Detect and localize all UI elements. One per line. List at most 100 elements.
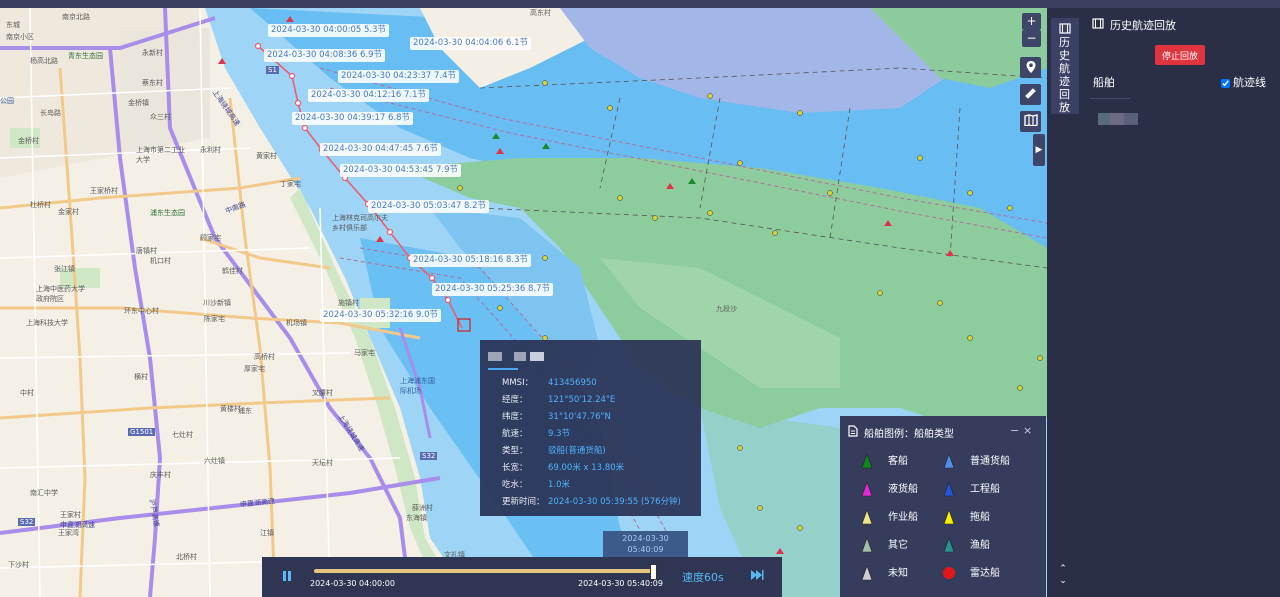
ship-triangle-icon — [943, 453, 955, 469]
place-label: 机口村 — [150, 257, 171, 265]
field-label: 类型： — [502, 446, 528, 456]
end-time: 2024-03-30 05:40:09 — [578, 579, 663, 588]
legend-item: 液货船 — [860, 480, 918, 497]
track-point-label: 2024-03-30 04:00:05 5.3节 — [268, 24, 389, 37]
location-pin-icon — [1026, 61, 1035, 73]
place-label: 七灶村 — [172, 431, 193, 439]
place-label: 众三村 — [150, 113, 171, 121]
place-label: 九段沙 — [716, 305, 737, 313]
track-line-checkbox[interactable] — [1221, 78, 1230, 88]
field-label: 更新时间： — [502, 497, 545, 507]
film-icon — [1059, 23, 1071, 34]
road-shield: S32 — [420, 452, 438, 460]
legend-item: 客船 — [860, 452, 908, 469]
place-label: 南京小区 — [6, 33, 34, 41]
redacted-block — [530, 352, 544, 361]
zoom-in-button[interactable]: + — [1022, 13, 1041, 30]
divider — [1090, 98, 1130, 99]
place-label: 南汇中学 — [30, 489, 58, 497]
playback-handle[interactable] — [650, 564, 657, 580]
ship-triangle-icon — [943, 537, 955, 553]
field-value: 驳船(普通货船) — [548, 446, 606, 456]
chevron-up-icon[interactable]: ⌃ — [1052, 563, 1074, 575]
legend-item: 工程船 — [942, 480, 1000, 497]
popup-row-type: 类型： 驳船(普通货船) — [502, 444, 606, 458]
place-label: 江镇 — [260, 529, 274, 537]
field-label: 吃水： — [502, 480, 528, 490]
ship-triangle-icon — [861, 565, 873, 581]
playback-bar: 2024-03-30 04:00:00 2024-03-30 05:40:09 … — [262, 557, 782, 597]
ship-triangle-icon — [861, 481, 873, 497]
speed-control[interactable]: 速度60s — [682, 569, 724, 585]
ship-info-popup: MMSI： 413456950 经度： 121°50'12.24"E 纬度： 31°1… — [480, 340, 701, 516]
field-value: 9.3节 — [548, 429, 571, 439]
place-label: 金桥村 — [18, 137, 39, 145]
legend-title: 船舶图例：船舶类型 — [864, 429, 954, 440]
legend-item-label: 客船 — [888, 456, 908, 467]
scroll-arrows[interactable]: ⌃ ⌄ — [1052, 563, 1074, 593]
place-label: 青东生态园 — [68, 52, 103, 60]
place-label: 庆丰村 — [150, 471, 171, 479]
popup-row-speed: 航速： 9.3节 — [502, 427, 570, 441]
popup-row-draught: 吃水： 1.0米 — [502, 478, 570, 492]
place-label: 高东村 — [530, 9, 551, 17]
field-value: 2024-03-30 05:39:55 (576分钟) — [548, 497, 681, 507]
legend-item: 作业船 — [860, 508, 918, 525]
ruler-button[interactable] — [1020, 84, 1041, 105]
radar-ship-icon — [943, 567, 955, 579]
pause-button[interactable] — [280, 569, 294, 583]
zoom-out-button[interactable]: − — [1022, 30, 1041, 47]
track-point-label: 2024-03-30 04:53:45 7.9节 — [340, 164, 461, 177]
place-label: 东海镇 — [406, 514, 427, 522]
ship-legend-panel: 船舶图例：船舶类型 − × 客船 普通货船 液货船 工程船 作业船 拖船 其它 渔船 未知 雷达船 — [840, 416, 1046, 597]
track-point-label: 2024-03-30 05:32:16 9.0节 — [320, 309, 441, 322]
track-line-toggle[interactable]: 航迹线 — [1221, 74, 1266, 90]
history-replay-tab[interactable]: 历史航迹回放 — [1051, 18, 1079, 114]
legend-item-label: 渔船 — [970, 540, 990, 551]
place-label: 环东中心村 — [124, 307, 159, 315]
popup-tab-underline — [488, 368, 518, 370]
track-line-label: 航迹线 — [1233, 76, 1266, 89]
ship-triangle-icon — [943, 481, 955, 497]
redacted-block — [1110, 113, 1124, 125]
redacted-block — [1098, 113, 1110, 125]
place-label: 下沙村 — [8, 561, 29, 569]
field-value: 121°50'12.24"E — [548, 395, 616, 405]
track-point-label: 2024-03-30 04:47:45 7.6节 — [320, 143, 441, 156]
current-time: 05:40:09 — [627, 545, 664, 554]
place-label: 川沙新镇 — [203, 299, 231, 307]
legend-close-button[interactable]: × — [1023, 424, 1032, 437]
place-label: 丁家宅 — [280, 180, 301, 188]
place-label: 金桥镇 — [128, 99, 149, 107]
redacted-block — [488, 352, 502, 361]
place-label: 上海中医药大学政府院区 — [36, 285, 85, 303]
place-label: 上海科技大学 — [26, 319, 68, 327]
place-label: 永新村 — [142, 49, 163, 57]
redacted-block — [1124, 113, 1138, 125]
place-label: 横村 — [134, 373, 148, 381]
fast-forward-button[interactable] — [750, 569, 764, 584]
place-label: 唐镇村 — [136, 247, 157, 255]
field-value: 69.00米 x 13.80米 — [548, 463, 625, 473]
place-label: 顾家宅 — [200, 234, 221, 242]
ship-triangle-icon — [943, 509, 955, 525]
location-pin-button[interactable] — [1020, 57, 1041, 78]
place-label: 杜桥村 — [30, 201, 51, 209]
road-shield: S32 — [18, 518, 36, 526]
collapse-panel-button[interactable]: ▶ — [1033, 134, 1045, 166]
chevron-right-icon: ▶ — [1035, 145, 1043, 155]
track-point-label: 2024-03-30 04:39:17 6.8节 — [292, 112, 413, 125]
place-label: 公园 — [0, 97, 14, 105]
legend-item: 雷达船 — [942, 564, 1000, 581]
place-label: 杨高北路 — [30, 57, 58, 65]
field-label: 经度： — [502, 395, 528, 405]
map-layers-button[interactable] — [1020, 111, 1041, 132]
chevron-down-icon[interactable]: ⌄ — [1052, 575, 1074, 587]
place-label: 蔡东村 — [142, 79, 163, 87]
playback-progress-fill — [314, 569, 654, 573]
legend-item-label: 工程船 — [970, 484, 1000, 495]
legend-minimize-button[interactable]: − — [1010, 424, 1019, 437]
playback-track[interactable] — [314, 564, 657, 580]
stop-replay-button[interactable]: 停止回放 — [1155, 45, 1205, 65]
ship-list-item-redacted[interactable] — [1098, 113, 1138, 128]
